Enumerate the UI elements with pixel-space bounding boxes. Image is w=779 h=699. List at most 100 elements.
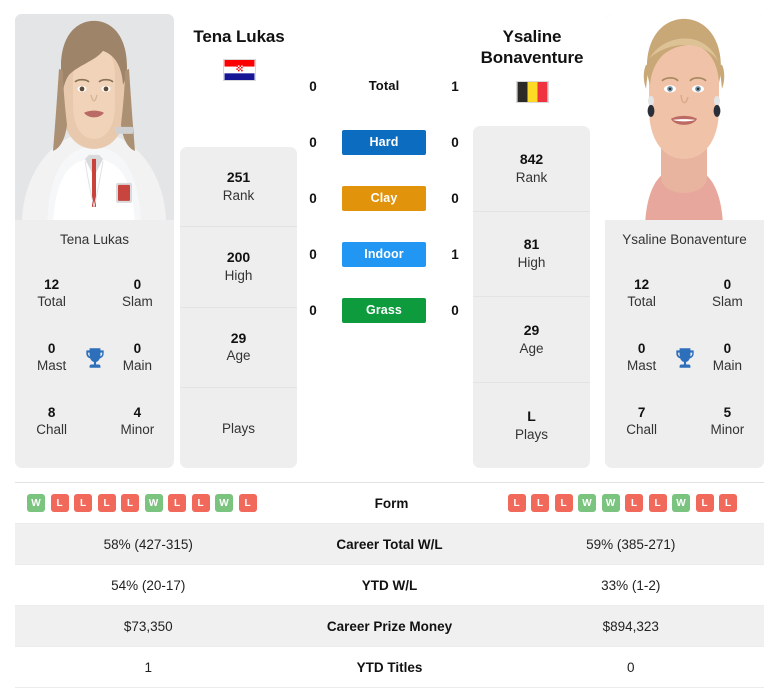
table-cell-left: 1 xyxy=(144,659,152,675)
title-stat-value: 0 xyxy=(637,341,646,357)
table-row: 58% (427-315) Career Total W/L 59% (385-27… xyxy=(15,524,764,565)
titles-row: 12 Total 0 Slam xyxy=(21,262,168,326)
title-stat-main: 0 Main xyxy=(701,341,754,375)
form-badge-loss[interactable]: L xyxy=(97,494,116,512)
stat-label: Rank xyxy=(515,169,548,185)
player-name-right[interactable]: Ysaline Bonaventure xyxy=(452,26,612,69)
h2h-score-right: 0 xyxy=(451,190,459,206)
stat-column-right: 842 Rank 81 High 29 Age L Plays xyxy=(473,126,590,468)
title-stat-label: Main xyxy=(122,358,152,373)
form-badge-win[interactable]: W xyxy=(578,494,596,512)
stat-label: Rank xyxy=(222,187,255,203)
stat-value: 251 xyxy=(226,169,251,186)
h2h-score-right: 1 xyxy=(451,246,459,262)
stat-value: 29 xyxy=(523,321,540,338)
player-header-left: Tena Lukas xyxy=(159,26,319,82)
title-stat-value: 0 xyxy=(133,277,142,293)
form-strip-right: LLLWWLLWLL xyxy=(500,494,765,512)
belgium-flag-icon xyxy=(515,80,549,103)
form-badge-win[interactable]: W xyxy=(601,494,620,512)
player-photo-caption-left: Tena Lukas xyxy=(59,231,130,247)
form-badge-loss[interactable]: L xyxy=(648,494,667,512)
h2h-score-left: 0 xyxy=(309,302,317,318)
title-stat-chall: 8 Chall xyxy=(25,405,78,439)
stat-cell-rank: 842 Rank xyxy=(473,126,590,212)
form-badge-win[interactable]: W xyxy=(672,494,690,512)
comparison-stats-table: W L L L L W L L W L Form L L L W W L L W L L 58% (427-315) Car… xyxy=(15,482,764,688)
croatia-flag-icon xyxy=(222,59,256,82)
form-badge-loss[interactable]: L xyxy=(168,494,186,512)
stat-cell-high: 81 High xyxy=(473,212,590,297)
table-cell-right: 33% (1-2) xyxy=(601,577,661,593)
title-stat-value: 7 xyxy=(637,405,646,421)
table-row: 1 YTD Titles 0 xyxy=(15,647,764,688)
form-badge-loss[interactable]: L xyxy=(554,494,573,512)
form-badge-loss[interactable]: L xyxy=(695,494,714,512)
table-cell-right: 59% (385-271) xyxy=(586,536,676,552)
trophy-icon xyxy=(668,345,700,371)
player-card-left[interactable]: Tena Lukas 12 Total 0 Slam 0 Mast 0 Main… xyxy=(15,14,174,468)
title-stat-label: Chall xyxy=(36,422,68,437)
stat-cell-age: 29 Age xyxy=(180,308,297,388)
h2h-score-left: 0 xyxy=(309,246,317,262)
h2h-score-right: 0 xyxy=(451,134,459,150)
titles-row: 0 Mast 0 Main xyxy=(21,326,168,390)
surface-badge-hard[interactable]: Hard xyxy=(342,129,426,155)
form-badge-win[interactable]: W xyxy=(215,494,233,512)
title-stat-value: 0 xyxy=(723,277,732,293)
form-badge-loss[interactable]: L xyxy=(50,494,69,512)
table-row-label: Career Prize Money xyxy=(326,618,453,634)
head-to-head-column: 0 Total 1 0 Hard 0 0 Clay 0 0 Indoor 1 0 Grass 0 xyxy=(300,58,468,338)
table-row-label: YTD W/L xyxy=(361,577,418,593)
title-stat-mast: 0 Mast xyxy=(615,341,668,375)
title-stat-minor: 5 Minor xyxy=(701,405,754,439)
player-card-right[interactable]: Ysaline Bonaventure 12 Total 0 Slam 0 Ma… xyxy=(605,14,764,468)
form-badge-loss[interactable]: L xyxy=(625,494,643,512)
stat-value: 29 xyxy=(230,329,247,346)
stat-cell-high: 200 High xyxy=(180,227,297,308)
form-badge-loss[interactable]: L xyxy=(121,494,139,512)
form-badge-loss[interactable]: L xyxy=(531,494,549,512)
surface-badge-grass[interactable]: Grass xyxy=(342,297,426,323)
title-stat-value: 0 xyxy=(47,341,56,357)
titles-row: 0 Mast 0 Main xyxy=(611,326,758,390)
form-badge-loss[interactable]: L xyxy=(507,494,526,512)
title-stat-slam: 0 Slam xyxy=(701,277,754,311)
title-stat-total: 12 Total xyxy=(615,277,668,311)
h2h-row-indoor: 0 Indoor 1 xyxy=(300,226,468,282)
title-stat-label: Total xyxy=(627,294,656,309)
table-row-label: YTD Titles xyxy=(356,659,423,675)
title-stat-label: Minor xyxy=(710,422,745,437)
form-badge-loss[interactable]: L xyxy=(191,494,210,512)
titles-row: 12 Total 0 Slam xyxy=(611,262,758,326)
surface-badge-clay[interactable]: Clay xyxy=(342,185,426,211)
h2h-row-clay: 0 Clay 0 xyxy=(300,170,468,226)
table-row: 54% (20-17) YTD W/L 33% (1-2) xyxy=(15,565,764,606)
stat-value: 842 xyxy=(519,150,544,167)
stat-column-left: 251 Rank 200 High 29 Age Plays xyxy=(180,147,297,468)
title-stat-label: Main xyxy=(712,358,742,373)
form-badge-win[interactable]: W xyxy=(144,494,163,512)
form-badge-loss[interactable]: L xyxy=(719,494,737,512)
player-comparison-page: Tena Lukas 12 Total 0 Slam 0 Mast 0 Main… xyxy=(0,0,779,699)
title-stat-label: Slam xyxy=(121,294,153,309)
table-row-label: Form xyxy=(374,495,409,511)
form-badge-win[interactable]: W xyxy=(27,494,45,512)
title-stat-label: Minor xyxy=(120,422,155,437)
h2h-row-total: 0 Total 1 xyxy=(300,58,468,114)
table-cell-right: $894,323 xyxy=(602,618,659,634)
player-name-left[interactable]: Tena Lukas xyxy=(159,26,319,47)
stat-label: Plays xyxy=(514,426,548,442)
h2h-score-left: 0 xyxy=(309,78,317,94)
h2h-row-hard: 0 Hard 0 xyxy=(300,114,468,170)
h2h-score-right: 0 xyxy=(451,302,459,318)
stat-value: L xyxy=(527,407,536,424)
surface-badge-indoor[interactable]: Indoor xyxy=(342,241,426,267)
title-stat-mast: 0 Mast xyxy=(25,341,78,375)
stat-label: High xyxy=(517,255,546,271)
trophy-icon xyxy=(78,345,110,371)
form-badge-loss[interactable]: L xyxy=(238,494,257,512)
table-row: $73,350 Career Prize Money $894,323 xyxy=(15,606,764,647)
form-badge-loss[interactable]: L xyxy=(74,494,92,512)
titles-grid-right: 12 Total 0 Slam 0 Mast 0 Main 7 Chall 5 … xyxy=(605,258,764,468)
